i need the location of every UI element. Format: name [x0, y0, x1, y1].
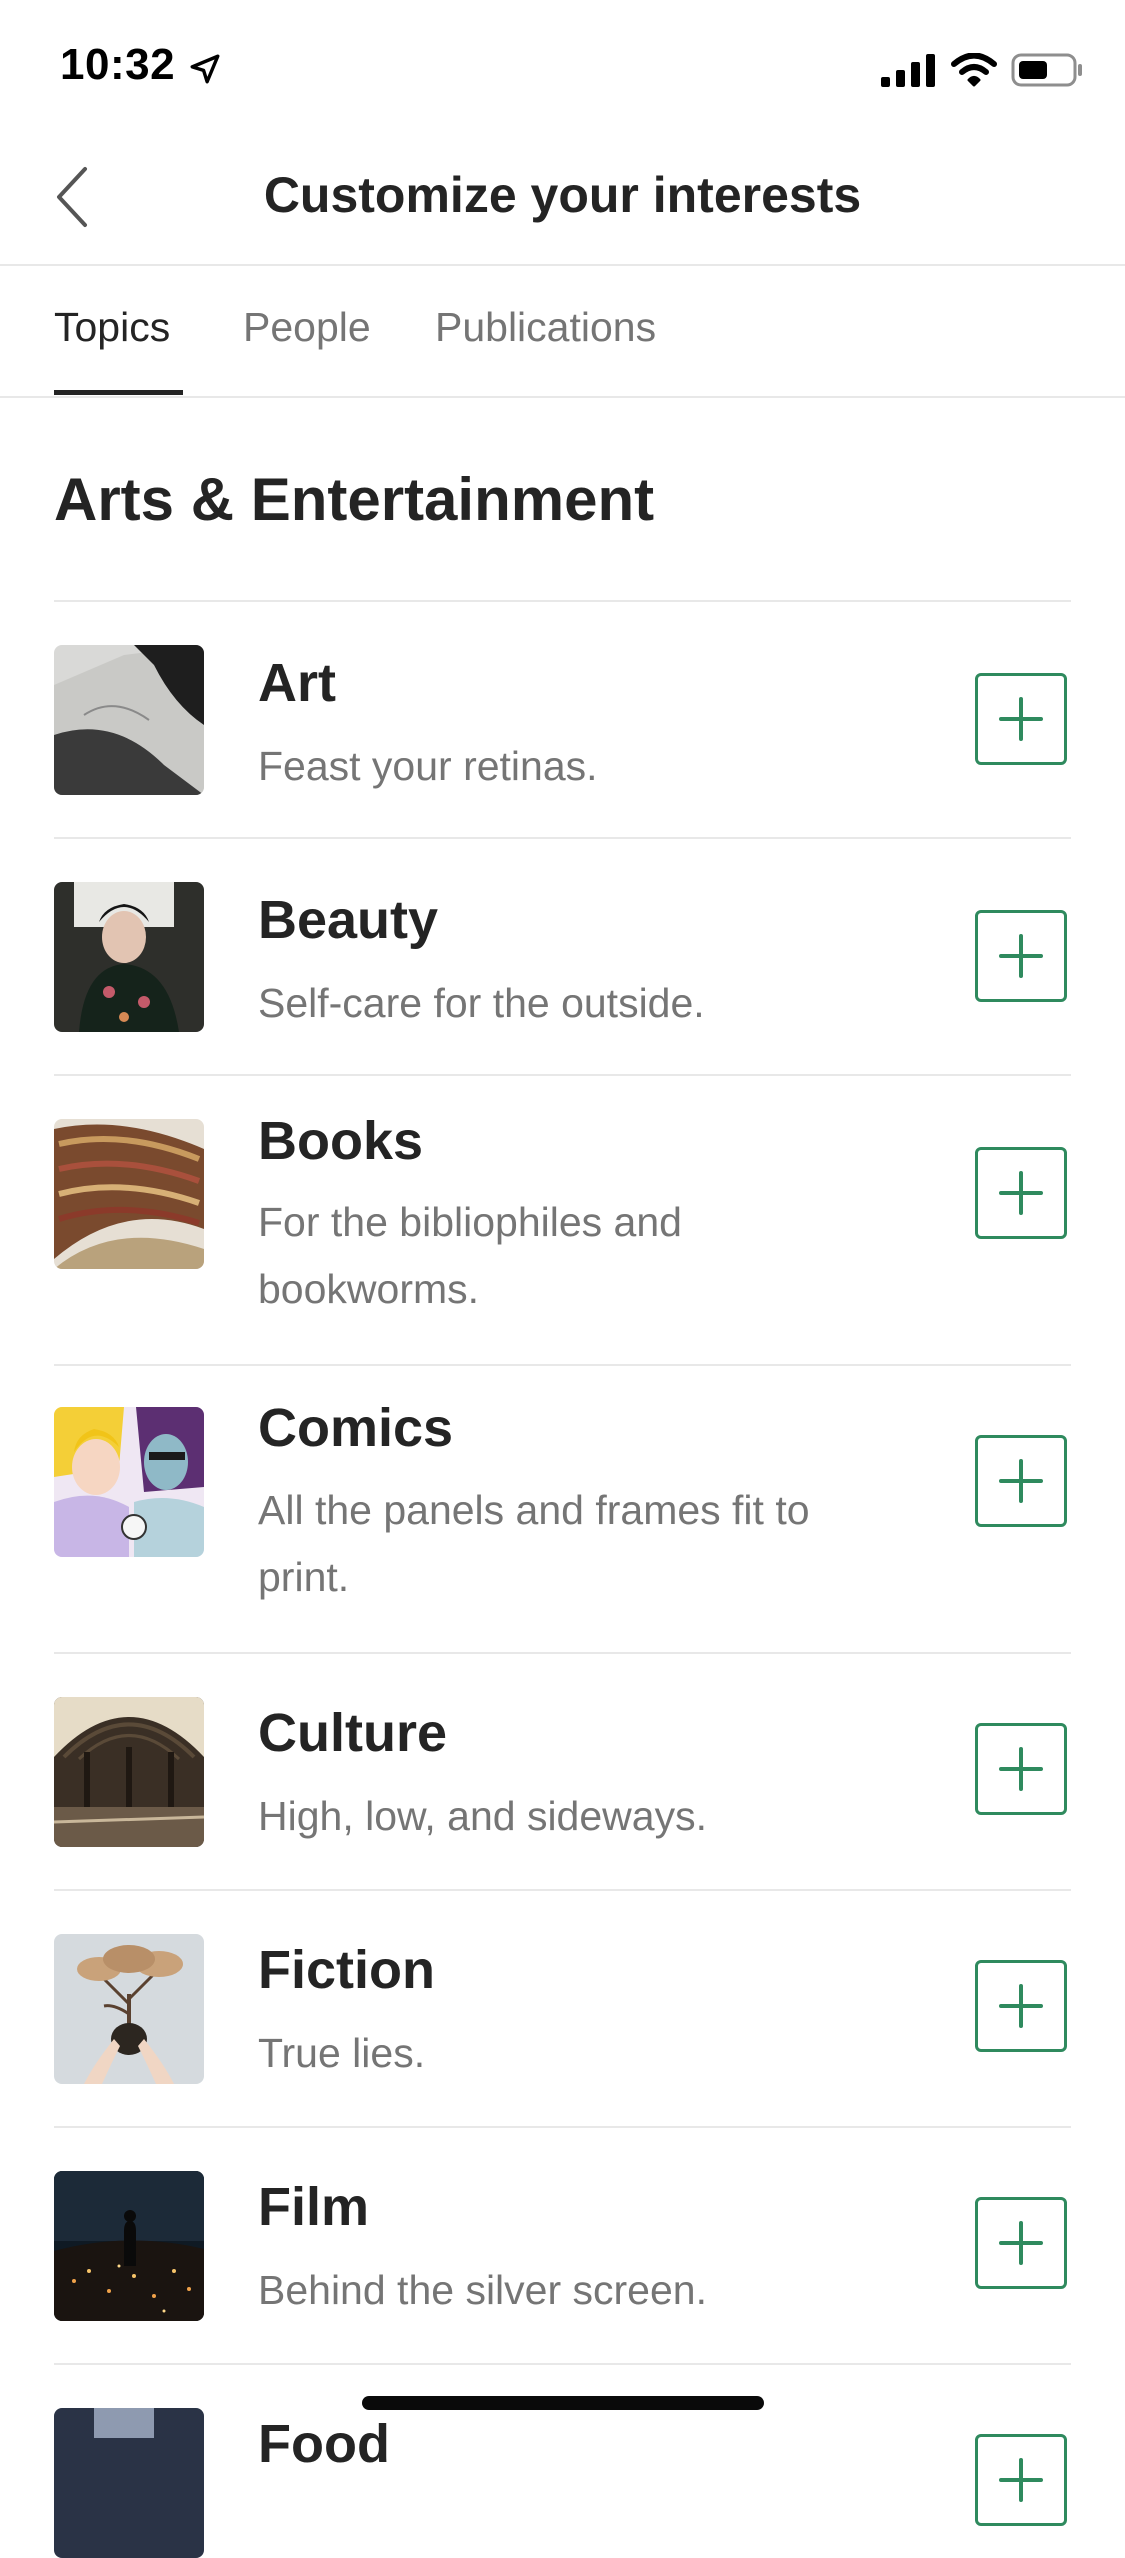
tab-people[interactable]: People [243, 304, 371, 351]
follow-books-button[interactable] [975, 1147, 1067, 1239]
food-thumbnail [54, 2408, 204, 2558]
cellular-signal-icon [881, 54, 935, 87]
topic-description: Feast your retinas. [258, 743, 598, 789]
plus-icon [999, 2458, 1043, 2502]
divider [54, 1889, 1071, 1891]
beauty-thumbnail [54, 882, 204, 1032]
tab-publications[interactable]: Publications [435, 304, 656, 351]
topic-name: Beauty [258, 890, 439, 950]
comics-thumbnail [54, 1407, 204, 1557]
art-thumbnail [54, 645, 204, 795]
fiction-thumbnail [54, 1934, 204, 2084]
tab-bar: Topics People Publications [0, 266, 1125, 398]
plus-icon [999, 697, 1043, 741]
film-thumbnail [54, 2171, 204, 2321]
topic-description: Behind the silver screen. [258, 2267, 707, 2313]
plus-icon [999, 1984, 1043, 2028]
divider [54, 1364, 1071, 1366]
topic-description: High, low, and sideways. [258, 1793, 707, 1839]
page-title: Customize your interests [263, 167, 862, 223]
topic-description: True lies. [258, 2030, 426, 2076]
tab-topics[interactable]: Topics [54, 304, 170, 351]
battery-icon [1011, 53, 1082, 87]
plus-icon [999, 1459, 1043, 1503]
divider [54, 1652, 1071, 1654]
section-title: Arts & Entertainment [54, 466, 655, 533]
follow-culture-button[interactable] [975, 1723, 1067, 1815]
plus-icon [999, 1171, 1043, 1215]
location-arrow-icon [190, 54, 220, 84]
home-indicator[interactable] [362, 2396, 764, 2410]
topic-name: Fiction [258, 1940, 435, 2000]
divider [54, 2363, 1071, 2365]
culture-thumbnail [54, 1697, 204, 1847]
follow-film-button[interactable] [975, 2197, 1067, 2289]
divider [54, 837, 1071, 839]
divider [54, 2126, 1071, 2128]
follow-art-button[interactable] [975, 673, 1067, 765]
wifi-icon [951, 53, 997, 87]
plus-icon [999, 934, 1043, 978]
topic-name: Comics [258, 1398, 454, 1458]
navigation-bar: Customize your interests [0, 132, 1125, 266]
plus-icon [999, 2221, 1043, 2265]
topic-description: For the bibliophiles and bookworms. [258, 1199, 682, 1312]
books-thumbnail [54, 1119, 204, 1269]
follow-food-button[interactable] [975, 2434, 1067, 2526]
status-indicators [881, 50, 1083, 90]
divider [54, 1074, 1071, 1076]
active-tab-indicator [54, 390, 183, 395]
topic-name: Art [258, 653, 336, 713]
follow-beauty-button[interactable] [975, 910, 1067, 1002]
follow-fiction-button[interactable] [975, 1960, 1067, 2052]
topic-name: Books [258, 1111, 424, 1171]
follow-comics-button[interactable] [975, 1435, 1067, 1527]
topic-description: Self-care for the outside. [258, 980, 705, 1026]
topic-name: Culture [258, 1703, 447, 1763]
divider [54, 600, 1071, 602]
status-bar: 10:32 [0, 0, 1125, 132]
topic-name: Film [258, 2177, 370, 2237]
topic-name: Food [258, 2414, 390, 2474]
topic-description: All the panels and frames fit to print. [258, 1487, 810, 1600]
status-time: 10:32 [60, 40, 176, 89]
plus-icon [999, 1747, 1043, 1791]
